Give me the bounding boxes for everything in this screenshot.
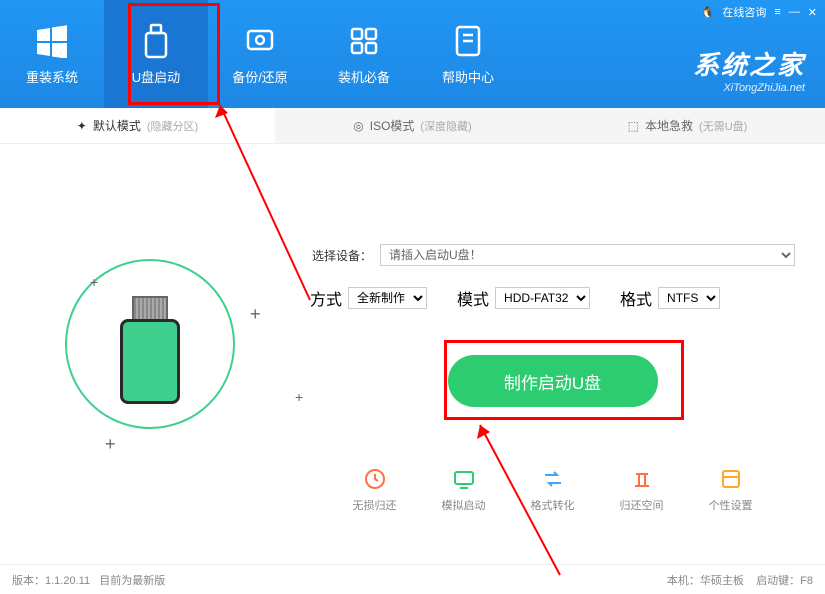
customize-icon — [719, 467, 743, 491]
logo-url: XiTongZhiJia.net — [693, 82, 805, 94]
backup-icon — [242, 23, 278, 59]
menu-icon[interactable]: ≡ — [774, 6, 780, 18]
nav-label: 装机必备 — [338, 67, 390, 86]
tool-customize[interactable]: 个性设置 — [709, 467, 753, 513]
device-label: 选择设备： — [310, 247, 380, 264]
tool-label: 无损归还 — [353, 497, 397, 513]
tool-label: 归还空间 — [620, 497, 664, 513]
simulate-icon — [452, 467, 476, 491]
iso-icon: ◎ — [353, 119, 363, 133]
format-label: 格式 — [620, 286, 652, 310]
nav-backup[interactable]: 备份/还原 — [208, 0, 312, 108]
convert-icon — [541, 467, 565, 491]
tab-hint: (无需U盘) — [699, 118, 747, 134]
tab-local-rescue[interactable]: ⬚ 本地急救 (无需U盘) — [550, 108, 825, 143]
create-usb-button[interactable]: 制作启动U盘 — [448, 355, 658, 407]
nav-label: 备份/还原 — [232, 67, 288, 86]
help-icon — [450, 23, 486, 59]
nav-label: 重装系统 — [26, 67, 78, 86]
minimize-icon[interactable]: — — [789, 6, 800, 18]
tab-label: ISO模式 — [370, 117, 415, 134]
tab-hint: (隐藏分区) — [147, 118, 198, 134]
consult-link[interactable]: 在线咨询 — [722, 4, 766, 20]
format-select[interactable]: NTFS — [658, 287, 720, 309]
nav-help[interactable]: 帮助中心 — [416, 0, 520, 108]
tool-label: 个性设置 — [709, 497, 753, 513]
close-icon[interactable]: ✕ — [808, 6, 817, 19]
tab-label: 本地急救 — [645, 117, 693, 134]
tab-iso-mode[interactable]: ◎ ISO模式 (深度隐藏) — [275, 108, 550, 143]
tool-label: 模拟启动 — [442, 497, 486, 513]
version-info: 版本：1.1.20.11 目前为最新版 — [12, 572, 165, 588]
nav-reinstall[interactable]: 重装系统 — [0, 0, 104, 108]
restore-icon — [363, 467, 387, 491]
tab-label: 默认模式 — [93, 117, 141, 134]
method-select[interactable]: 全新制作 — [348, 287, 427, 309]
mode-label: 模式 — [457, 286, 489, 310]
tab-default-mode[interactable]: ✦ 默认模式 (隐藏分区) — [0, 108, 275, 143]
logo-text: 系统之家 — [693, 45, 805, 82]
tool-reclaim[interactable]: 归还空间 — [620, 467, 664, 513]
method-label: 方式 — [310, 286, 342, 310]
nav-usb-boot[interactable]: U盘启动 — [104, 0, 208, 108]
rescue-icon: ⬚ — [628, 119, 639, 133]
mode-select[interactable]: HDD-FAT32 — [495, 287, 590, 309]
windows-icon — [34, 23, 70, 59]
device-select[interactable]: 请插入启动U盘！ — [380, 244, 795, 266]
tool-restore[interactable]: 无损归还 — [353, 467, 397, 513]
apps-icon — [346, 23, 382, 59]
machine-info: 本机：华硕主板 启动键：F8 — [667, 572, 813, 588]
nav-label: U盘启动 — [132, 67, 180, 86]
tool-label: 格式转化 — [531, 497, 575, 513]
nav-essentials[interactable]: 装机必备 — [312, 0, 416, 108]
tab-hint: (深度隐藏) — [420, 118, 471, 134]
tool-convert[interactable]: 格式转化 — [531, 467, 575, 513]
usb-illustration: ++++ — [50, 244, 250, 444]
reclaim-icon — [630, 467, 654, 491]
penguin-icon: 🐧 — [701, 6, 715, 19]
usb-icon — [138, 23, 174, 59]
usb-small-icon: ✦ — [77, 119, 87, 133]
nav-label: 帮助中心 — [442, 67, 494, 86]
brand-logo: 系统之家 XiTongZhiJia.net — [693, 45, 805, 94]
tool-simulate[interactable]: 模拟启动 — [442, 467, 486, 513]
